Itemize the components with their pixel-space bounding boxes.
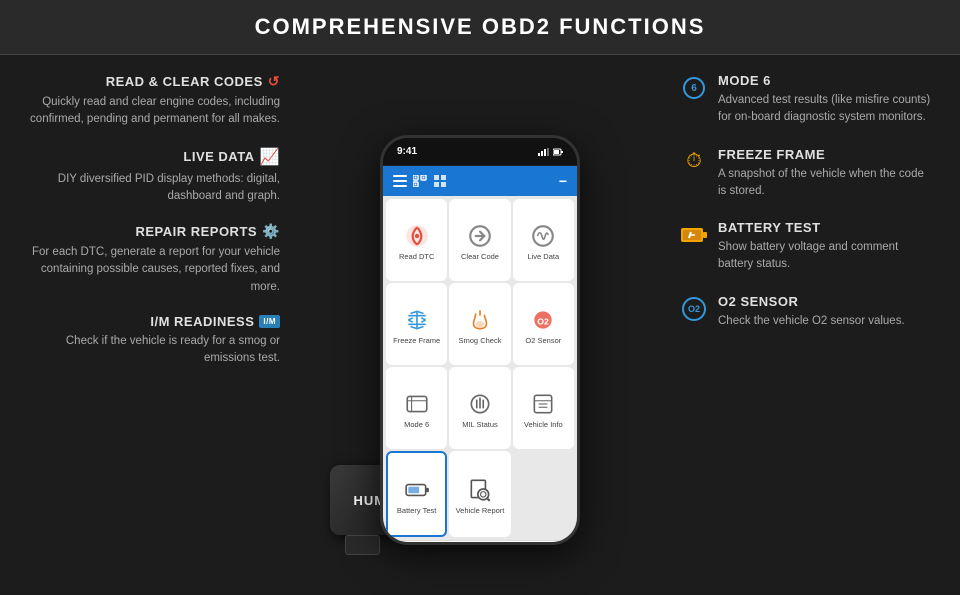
- main-content: READ & CLEAR CODES ↺ Quickly read and cl…: [0, 55, 960, 595]
- battery-badge-icon: [680, 221, 708, 249]
- app-cell-vehicle-report[interactable]: Vehicle Report: [449, 451, 510, 537]
- chart-icon: 📈: [260, 147, 280, 167]
- mil-status-icon: [466, 390, 494, 418]
- app-cell-o2-sensor[interactable]: O2 O2 Sensor: [513, 283, 574, 365]
- right-feature-battery: BATTERY TEST Show battery voltage and co…: [680, 220, 935, 274]
- page-title: COMPREHENSIVE OBD2 FUNCTIONS: [255, 14, 706, 39]
- grid-icon: [433, 175, 447, 187]
- live-data-icon: [529, 222, 557, 250]
- app-cell-read-dtc[interactable]: Read DTC: [386, 199, 447, 281]
- repair-reports-label: REPAIR REPORTS: [135, 224, 257, 239]
- app-cell-mil-status[interactable]: MIL Status: [449, 367, 510, 449]
- signal-icon: [538, 148, 550, 156]
- live-data-label: LIVE DATA: [183, 149, 254, 164]
- o2-right-title: O2 SENSOR: [718, 294, 905, 309]
- smog-check-label: Smog Check: [459, 336, 502, 345]
- vehicle-info-icon: [529, 390, 557, 418]
- mode6-icon: [403, 390, 431, 418]
- center-column: HUMZOR 9:41: [300, 55, 660, 595]
- feature-read-clear-title: READ & CLEAR CODES ↺: [30, 73, 280, 90]
- right-column: 6 MODE 6 Advanced test results (like mis…: [660, 55, 960, 595]
- freeze-frame-icon: [403, 306, 431, 334]
- app-cell-mode6[interactable]: Mode 6: [386, 367, 447, 449]
- phone-notch: 9:41: [383, 138, 577, 166]
- app-cell-freeze-frame[interactable]: Freeze Frame: [386, 283, 447, 365]
- battery-test-label: Battery Test: [397, 506, 436, 515]
- header: COMPREHENSIVE OBD2 FUNCTIONS: [0, 0, 960, 55]
- clear-code-label: Clear Code: [461, 252, 499, 261]
- app-cell-live-data[interactable]: Live Data: [513, 199, 574, 281]
- mil-status-label: MIL Status: [462, 420, 498, 429]
- mode6-right-title: MODE 6: [718, 73, 935, 88]
- o2-sensor-label: O2 Sensor: [525, 336, 561, 345]
- feature-im-readiness: I/M READINESS I/M Check if the vehicle i…: [30, 314, 280, 368]
- phone-frame: 9:41 −: [380, 135, 580, 545]
- freeze-frame-right-title: FREEZE FRAME: [718, 147, 935, 162]
- app-header-bar: −: [383, 166, 577, 196]
- app-header-icons-left: [393, 175, 447, 187]
- battery-right-title: BATTERY TEST: [718, 220, 935, 235]
- vehicle-report-icon: [466, 476, 494, 504]
- o2-sensor-icon: O2: [529, 306, 557, 334]
- read-dtc-icon: [403, 222, 431, 250]
- menu-icon: [393, 175, 407, 187]
- left-column: READ & CLEAR CODES ↺ Quickly read and cl…: [0, 55, 300, 595]
- app-tabbar: ⚙ OBD II 🔧 Too 👤 Me: [383, 540, 577, 545]
- app-cell-clear-code[interactable]: Clear Code: [449, 199, 510, 281]
- im-badge-icon: I/M: [259, 315, 280, 328]
- gear-icon: ⚙️: [262, 223, 280, 240]
- read-clear-desc: Quickly read and clear engine codes, inc…: [30, 94, 280, 129]
- freeze-frame-badge-icon: ⏱: [680, 148, 708, 176]
- refresh-icon: ↺: [268, 73, 280, 90]
- right-feature-o2: O2 O2 SENSOR Check the vehicle O2 sensor…: [680, 294, 935, 330]
- page-wrapper: COMPREHENSIVE OBD2 FUNCTIONS READ & CLEA…: [0, 0, 960, 594]
- right-feature-freeze-frame: ⏱ FREEZE FRAME A snapshot of the vehicle…: [680, 147, 935, 201]
- phone-status-icons: [538, 148, 563, 156]
- mode6-badge-icon: 6: [680, 74, 708, 102]
- battery-test-icon: [403, 476, 431, 504]
- battery-right-desc: Show battery voltage and comment battery…: [718, 239, 935, 274]
- freeze-frame-label: Freeze Frame: [393, 336, 440, 345]
- feature-read-clear: READ & CLEAR CODES ↺ Quickly read and cl…: [30, 73, 280, 129]
- app-minus-icon[interactable]: −: [559, 173, 567, 189]
- mode6-right-desc: Advanced test results (like misfire coun…: [718, 92, 935, 127]
- feature-repair-reports-title: REPAIR REPORTS ⚙️: [30, 223, 280, 240]
- freeze-frame-right-desc: A snapshot of the vehicle when the code …: [718, 166, 935, 201]
- live-data-desc: DIY diversified PID display methods: dig…: [30, 171, 280, 206]
- battery-icon: [681, 227, 707, 243]
- read-dtc-label: Read DTC: [399, 252, 434, 261]
- repair-reports-desc: For each DTC, generate a report for your…: [30, 244, 280, 296]
- clear-code-icon: [466, 222, 494, 250]
- phone-container: HUMZOR 9:41: [370, 135, 590, 595]
- phone-time: 9:41: [397, 146, 417, 157]
- im-readiness-label: I/M READINESS: [150, 314, 254, 329]
- feature-live-data-title: LIVE DATA 📈: [30, 147, 280, 167]
- vehicle-report-label: Vehicle Report: [456, 506, 505, 515]
- smog-check-icon: [466, 306, 494, 334]
- o2-badge-icon: O2: [680, 295, 708, 323]
- svg-text:O2: O2: [538, 316, 550, 326]
- app-cell-battery-test[interactable]: Battery Test: [386, 451, 447, 537]
- o2-right-desc: Check the vehicle O2 sensor values.: [718, 313, 905, 330]
- app-cell-vehicle-info[interactable]: Vehicle Info: [513, 367, 574, 449]
- obd-connector: [345, 535, 380, 555]
- feature-im-readiness-title: I/M READINESS I/M: [30, 314, 280, 329]
- im-readiness-desc: Check if the vehicle is ready for a smog…: [30, 333, 280, 368]
- mode6-cell-label: Mode 6: [404, 420, 429, 429]
- battery-status-icon: [553, 148, 563, 156]
- vehicle-info-label: Vehicle Info: [524, 420, 563, 429]
- qr-icon: [413, 175, 427, 187]
- phone-screen: Read DTC Clear Code: [383, 196, 577, 540]
- read-clear-label: READ & CLEAR CODES: [106, 74, 263, 89]
- feature-repair-reports: REPAIR REPORTS ⚙️ For each DTC, generate…: [30, 223, 280, 296]
- live-data-cell-label: Live Data: [527, 252, 559, 261]
- right-feature-mode6: 6 MODE 6 Advanced test results (like mis…: [680, 73, 935, 127]
- feature-live-data: LIVE DATA 📈 DIY diversified PID display …: [30, 147, 280, 206]
- app-cell-smog-check[interactable]: Smog Check: [449, 283, 510, 365]
